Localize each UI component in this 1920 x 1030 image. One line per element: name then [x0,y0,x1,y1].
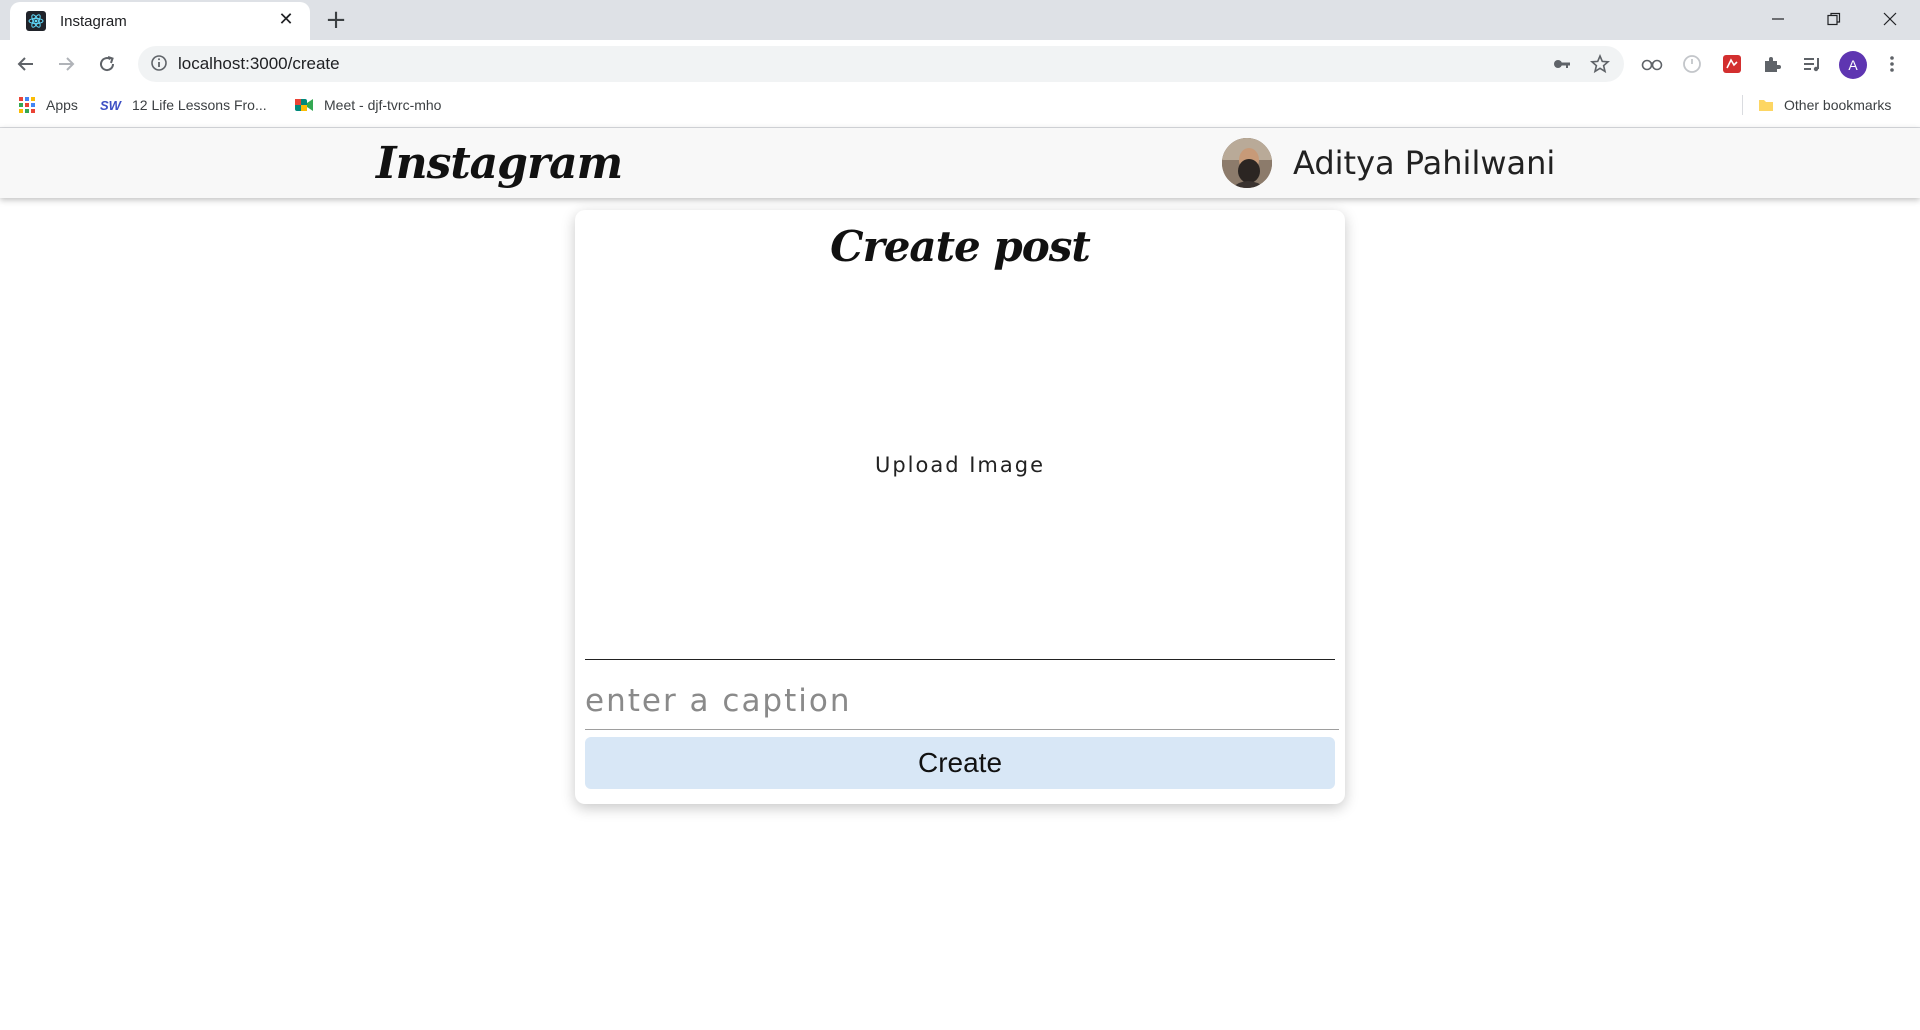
browser-toolbar: localhost:3000/create A [0,40,1920,88]
address-bar[interactable]: localhost:3000/create [138,46,1624,82]
folder-icon [1758,97,1774,113]
forward-button[interactable] [50,48,82,80]
svg-text:SW: SW [100,98,122,113]
app-navbar: Instagram Aditya Pahilwani [0,128,1920,198]
upload-image-label[interactable]: Upload Image [875,453,1045,477]
reload-button[interactable] [91,48,123,80]
upload-image-area[interactable]: Upload Image [585,270,1335,660]
reload-icon [100,56,115,72]
back-button[interactable] [10,48,42,80]
tab-title: Instagram [60,12,127,30]
bookmark-star-icon[interactable] [1590,53,1610,74]
minimize-window-button[interactable] [1750,0,1806,38]
browser-menu-icon[interactable] [1880,52,1904,76]
restore-window-button[interactable] [1806,0,1862,38]
other-bookmarks[interactable]: Other bookmarks [1758,88,1891,122]
back-arrow-icon [17,57,33,71]
page-title: Create post [830,222,1091,271]
bookmark-label: Apps [46,97,78,113]
bookmark-label: Meet - djf-tvrc-mho [324,97,442,113]
bookmark-apps[interactable]: Apps [18,88,78,122]
caption-input[interactable] [585,672,1339,730]
key-icon[interactable] [1552,54,1572,74]
bookmark-life-lessons[interactable]: SW 12 Life Lessons Fro... [100,88,267,122]
create-button[interactable]: Create [585,737,1335,789]
google-meet-icon [294,97,314,113]
react-favicon-icon [26,11,46,31]
browser-tabstrip: Instagram ✕ + [0,0,1920,40]
new-tab-button[interactable]: + [322,6,350,34]
sw-icon: SW [100,97,122,113]
extensions-puzzle-icon[interactable] [1760,52,1784,76]
extension-red-icon[interactable] [1720,52,1744,76]
bookmark-label: 12 Life Lessons Fro... [132,97,267,113]
bookmark-separator [1742,95,1743,115]
forward-arrow-icon [59,57,75,71]
url-text[interactable]: localhost:3000/create [178,54,340,74]
profile-avatar-button[interactable]: A [1839,51,1867,79]
site-info-icon[interactable] [150,54,170,74]
other-bookmarks-label: Other bookmarks [1784,97,1892,113]
bookmark-meet[interactable]: Meet - djf-tvrc-mho [294,88,441,122]
close-window-button[interactable] [1862,0,1918,38]
bookmarks-bar: Apps SW 12 Life Lessons Fro... Meet - dj… [0,88,1920,128]
user-avatar[interactable] [1222,138,1272,188]
brand-logo[interactable]: Instagram [376,138,623,189]
extension-glasses-icon[interactable] [1640,52,1664,76]
close-tab-icon[interactable]: ✕ [276,10,296,30]
username[interactable]: Aditya Pahilwani [1293,144,1555,182]
media-queue-icon[interactable] [1800,52,1824,76]
browser-tab[interactable]: Instagram ✕ [10,2,310,40]
divider [585,659,1335,660]
apps-grid-icon [18,96,36,114]
extension-timer-icon[interactable] [1680,52,1704,76]
create-post-card: Create post Upload Image Create [575,210,1345,804]
